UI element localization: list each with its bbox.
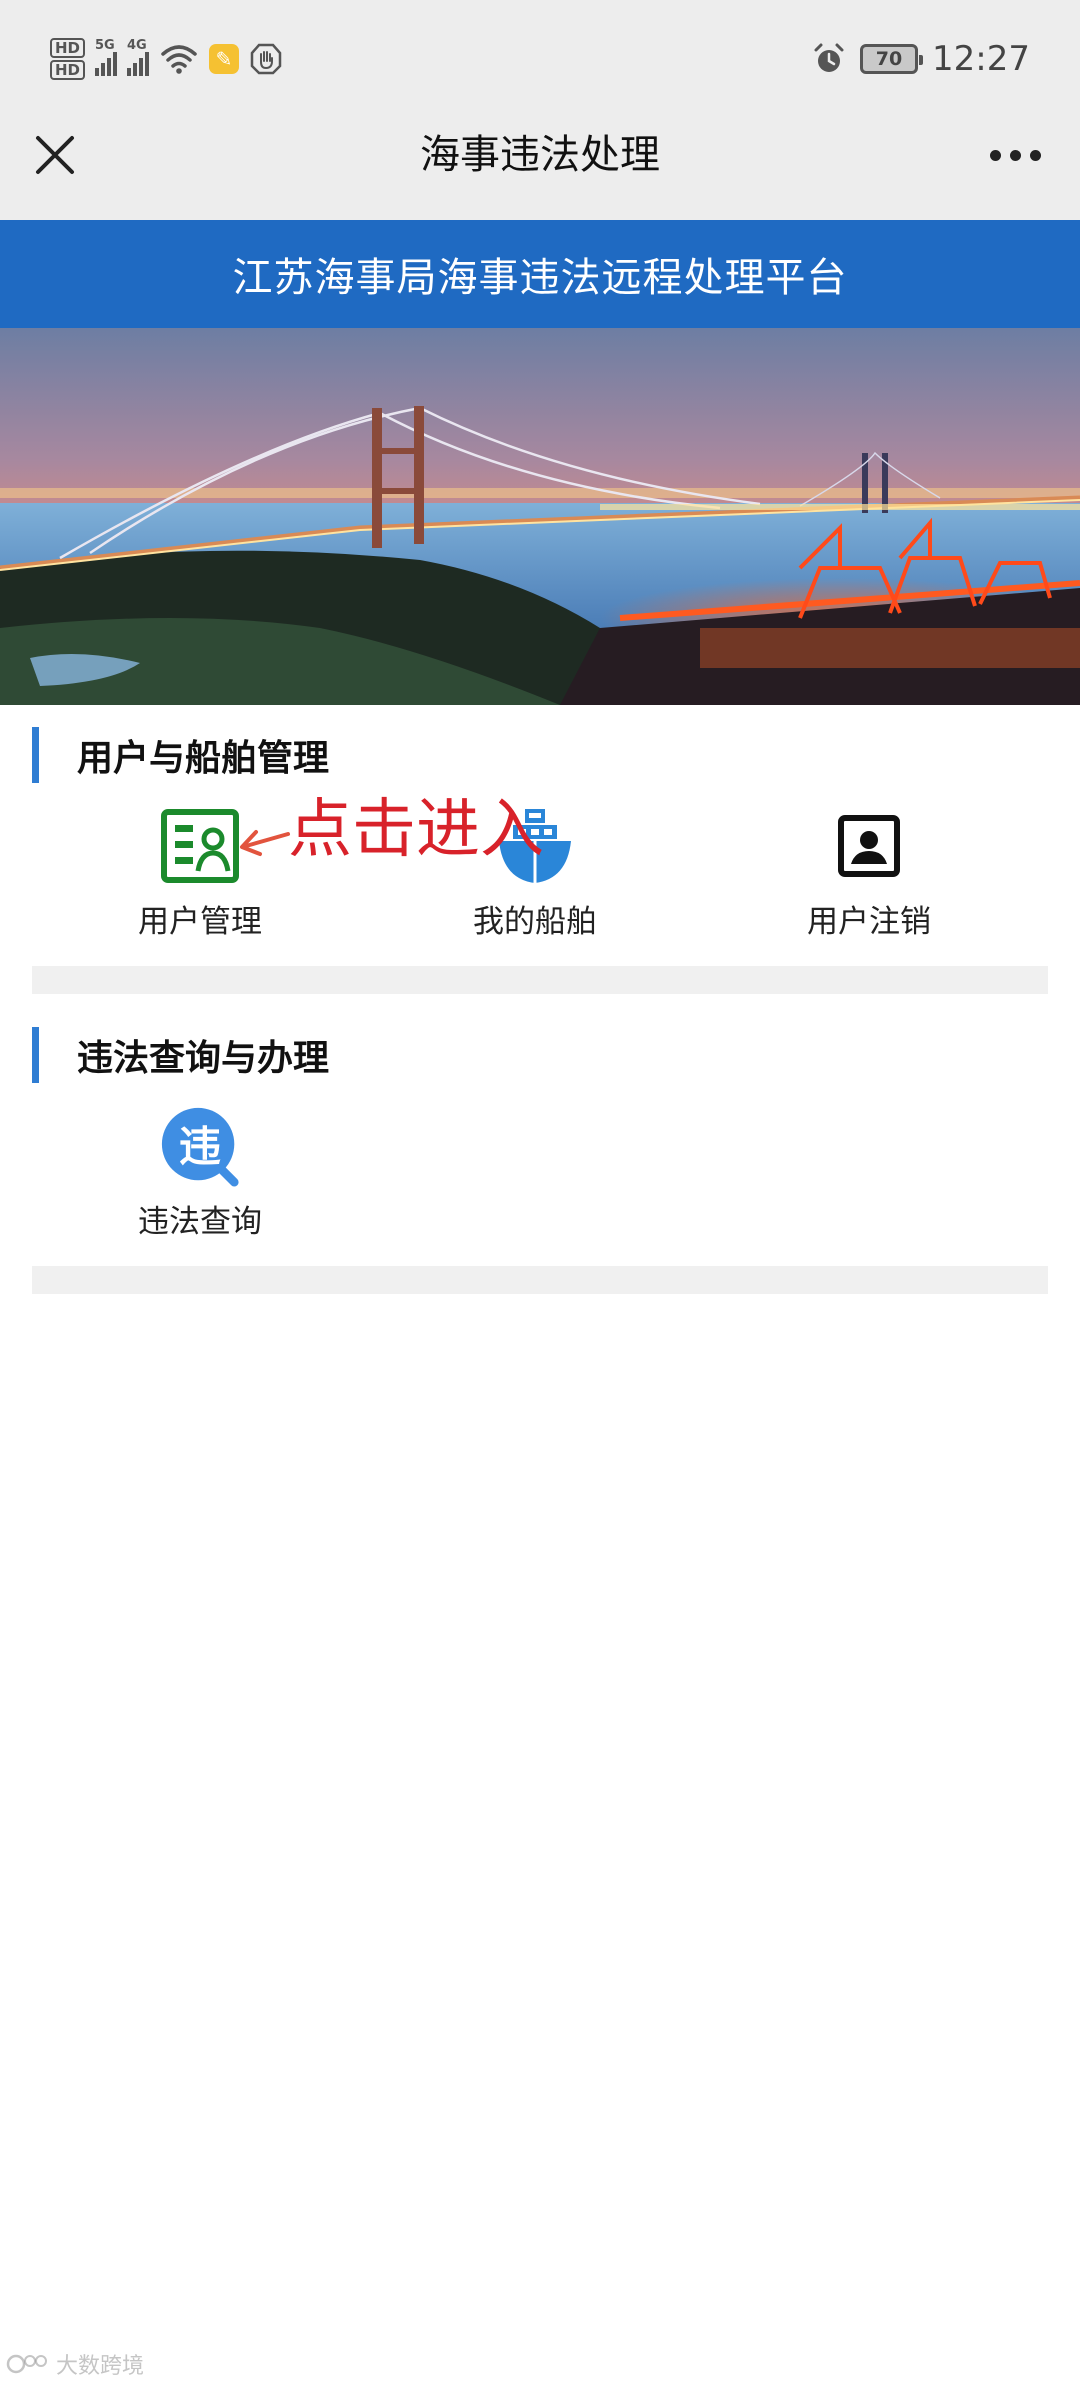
section-header-user-ship: 用户与船舶管理 (32, 726, 329, 784)
alarm-icon (814, 43, 844, 72)
watermark-text: 大数跨境 (56, 2354, 145, 2379)
clock: 12:27 (932, 39, 1030, 79)
signal-5g-icon: 5G (95, 38, 118, 76)
watermark-logo-icon (6, 2354, 47, 2374)
more-dot (1009, 149, 1021, 161)
section-title: 用户与船舶管理 (77, 738, 330, 779)
status-left: HD HD 5G 4G ✎ (50, 34, 283, 84)
section-divider (32, 1266, 1048, 1294)
watermark: 大数跨境 (6, 2348, 144, 2380)
user-deregister-icon (829, 806, 909, 886)
tile-user-deregister[interactable]: 用户注销 (719, 806, 1019, 946)
section-title: 违法查询与办理 (77, 1038, 330, 1079)
notes-app-icon: ✎ (209, 44, 240, 74)
tile-violation-query[interactable]: 违 违法查询 (50, 1106, 350, 1246)
battery-icon: 70 (860, 44, 924, 74)
status-bar: HD HD 5G 4G ✎ 70 12:27 (0, 0, 1080, 118)
tile-label: 违法查询 (138, 1204, 262, 1240)
section-header-violation: 违法查询与办理 (32, 1026, 329, 1084)
more-dot (989, 149, 1001, 161)
hd-indicator: HD HD (50, 38, 86, 80)
section-accent-bar (32, 1027, 39, 1083)
hand-icon (250, 43, 282, 75)
violation-icon-glyph: 违 (178, 1121, 221, 1171)
signal-4g-label: 4G (127, 38, 147, 53)
signal-5g-label: 5G (95, 38, 115, 53)
annotation-arrow-icon (240, 830, 290, 856)
tile-label: 我的船舶 (473, 904, 597, 940)
user-management-icon (160, 806, 240, 886)
title-bar (0, 118, 1080, 220)
hd-label-2: HD (50, 60, 86, 80)
close-icon[interactable] (30, 130, 80, 180)
tile-label: 用户注销 (807, 904, 931, 940)
violation-query-icon: 违 (160, 1106, 240, 1187)
banner-bridge-image (0, 328, 1080, 705)
hd-label-1: HD (50, 38, 86, 58)
annotation-click-enter: 点击进入 (288, 793, 544, 867)
more-options-button[interactable] (980, 130, 1050, 180)
wifi-icon (161, 45, 197, 74)
section-divider (32, 966, 1048, 994)
signal-4g-icon: 4G (127, 38, 150, 76)
section-accent-bar (32, 727, 39, 783)
status-right: 70 12:27 (812, 34, 1030, 84)
more-dot (1029, 149, 1041, 161)
platform-header: 江苏海事局海事违法远程处理平台 (0, 220, 1080, 328)
tile-label: 用户管理 (138, 904, 262, 940)
